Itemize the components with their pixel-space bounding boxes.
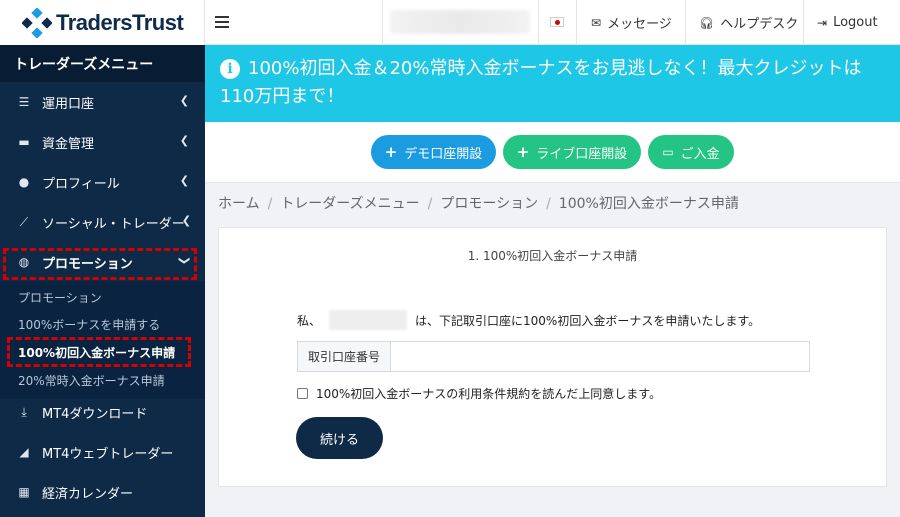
envelope-icon: ✉ <box>591 15 602 30</box>
chevron-left-icon: ❮ <box>179 94 189 107</box>
divider <box>538 0 539 45</box>
terms-label: 100%初回入金ボーナスの利用条件規約を読んだ上同意します。 <box>316 387 662 401</box>
sidebar-item-label: プロフィール <box>42 176 120 192</box>
sidebar: トレーダーズメニュー ☰ 運用口座 ❮ ▬ 資金管理 ❮ ● プロフィール ❮ … <box>0 45 205 517</box>
user-name-redacted <box>329 310 408 330</box>
account-name-redacted <box>390 10 530 34</box>
info-icon: i <box>220 59 240 79</box>
brand-name: TradersTrust <box>56 9 184 35</box>
terms-agreement: 100%初回入金ボーナスの利用条件規約を読んだ上同意します。 <box>297 385 661 402</box>
divider <box>685 0 686 45</box>
open-live-account-button[interactable]: + ライブ口座開設 <box>503 135 641 169</box>
list-icon: ☰ <box>18 95 30 109</box>
account-number-input[interactable] <box>391 342 809 371</box>
japan-flag-icon[interactable] <box>550 17 564 27</box>
button-label: ライブ口座開設 <box>536 146 628 162</box>
sidebar-item-accounts[interactable]: ☰ 運用口座 ❮ <box>0 83 205 121</box>
breadcrumb-traders-menu[interactable]: トレーダーズメニュー <box>280 196 419 212</box>
sidebar-item-label: 運用口座 <box>42 96 95 112</box>
messages-link[interactable]: ✉ メッセージ <box>591 0 672 45</box>
logout-label: Logout <box>833 15 878 30</box>
sidebar-item-promotion[interactable]: ◍ プロモーション ❮ <box>0 243 205 281</box>
continue-button[interactable]: 続ける <box>296 417 383 459</box>
sign-out-icon: ⇥ <box>817 15 828 30</box>
logo[interactable]: TradersTrust <box>0 0 205 45</box>
chevron-left-icon: ❮ <box>179 174 189 187</box>
traderstrust-logo-icon <box>22 7 52 38</box>
divider <box>576 0 577 45</box>
button-label: デモ口座開設 <box>404 146 483 162</box>
promotion-submenu: プロモーション 100%ボーナスを申請する 100%初回入金ボーナス申請 20%… <box>0 281 205 399</box>
account-number-field: 取引口座番号 <box>297 341 810 372</box>
promo-banner: i 100%初回入金＆20%常時入金ボーナスをお見逃しなく！最大クレジットは110… <box>205 45 900 122</box>
submenu-item-apply-100-bonus[interactable]: 100%ボーナスを申請する <box>18 316 160 333</box>
top-bar: TradersTrust ✉ メッセージ 🎧︎ ヘルプデスク ⇥ Logout <box>0 0 900 45</box>
account-number-label: 取引口座番号 <box>298 342 391 371</box>
globe-icon: ◍ <box>18 255 30 269</box>
sidebar-item-profile[interactable]: ● プロフィール ❮ <box>0 163 205 201</box>
breadcrumb: ホーム / トレーダーズメニュー / プロモーション/100%初回入金ボーナス申請 <box>218 196 739 212</box>
sidebar-item-social-trader[interactable]: ⟋ ソーシャル・トレーダー ❮ <box>0 203 205 241</box>
breadcrumb-current: 100%初回入金ボーナス申請 <box>558 196 739 212</box>
submenu-item-20-deposit-bonus[interactable]: 20%常時入金ボーナス申請 <box>18 372 165 389</box>
submenu-item-first-deposit-bonus[interactable]: 100%初回入金ボーナス申請 <box>18 344 175 361</box>
sentence-suffix: は、下記取引口座に100%初回入金ボーナスを申請いたします。 <box>415 313 761 328</box>
plus-icon: + <box>384 143 398 161</box>
download-icon: ⤓ <box>21 404 27 419</box>
banner-text: 100%初回入金＆20%常時入金ボーナスをお見逃しなく！最大クレジットは110万… <box>220 58 862 107</box>
menu-toggle-icon[interactable] <box>215 13 229 31</box>
action-bar: + デモ口座開設 + ライブ口座開設 ▭ ご入金 <box>205 122 900 183</box>
breadcrumb-home[interactable]: ホーム <box>218 196 260 212</box>
divider <box>803 0 804 45</box>
divider <box>382 0 383 45</box>
logout-link[interactable]: ⇥ Logout <box>817 0 878 45</box>
submenu-item-promotion[interactable]: プロモーション <box>18 289 102 306</box>
chevron-down-icon: ❮ <box>176 255 190 266</box>
sidebar-item-label: 資金管理 <box>42 136 95 152</box>
sidebar-item-label: 経済カレンダー <box>42 486 134 502</box>
wallet-icon: ▬ <box>18 135 30 149</box>
helpdesk-link[interactable]: 🎧︎ ヘルプデスク <box>699 0 798 45</box>
open-demo-account-button[interactable]: + デモ口座開設 <box>371 135 496 169</box>
chart-line-icon: ⟋ <box>19 214 29 229</box>
area-chart-icon: ◢ <box>19 445 29 459</box>
deposit-button[interactable]: ▭ ご入金 <box>648 135 734 169</box>
sidebar-item-mt4-download[interactable]: ⤓ MT4ダウンロード <box>0 393 205 431</box>
sidebar-item-mt4-webtrader[interactable]: ◢ MT4ウェブトレーダー <box>0 433 205 471</box>
chevron-left-icon: ❮ <box>179 134 189 147</box>
headset-icon: 🎧︎ <box>699 15 715 30</box>
plus-icon: + <box>516 143 530 161</box>
sidebar-item-economic-calendar[interactable]: ▦ 経済カレンダー <box>0 473 205 511</box>
sidebar-item-label: プロモーション <box>42 256 133 272</box>
button-label: ご入金 <box>680 146 720 162</box>
helpdesk-label: ヘルプデスク <box>720 17 799 32</box>
sidebar-title: トレーダーズメニュー <box>0 45 205 82</box>
sidebar-item-label: MT4ダウンロード <box>42 406 148 422</box>
calendar-icon: ▦ <box>18 485 30 499</box>
user-icon: ● <box>18 175 30 189</box>
sidebar-item-label: MT4ウェブトレーダー <box>42 446 174 462</box>
messages-label: メッセージ <box>607 17 672 32</box>
terms-checkbox[interactable] <box>297 388 308 399</box>
declaration-sentence: 私、 は、下記取引口座に100%初回入金ボーナスを申請いたします。 <box>297 310 760 330</box>
bonus-application-card: 1. 100%初回入金ボーナス申請 私、 は、下記取引口座に100%初回入金ボー… <box>218 227 887 487</box>
money-icon: ▭ <box>662 145 674 159</box>
chevron-left-icon: ❮ <box>181 214 191 227</box>
breadcrumb-promotion[interactable]: プロモーション <box>440 196 538 212</box>
sentence-prefix: 私、 <box>297 313 322 328</box>
form-title: 1. 100%初回入金ボーナス申請 <box>467 249 638 263</box>
sidebar-item-funds[interactable]: ▬ 資金管理 ❮ <box>0 123 205 161</box>
sidebar-item-label: ソーシャル・トレーダー <box>42 216 185 232</box>
